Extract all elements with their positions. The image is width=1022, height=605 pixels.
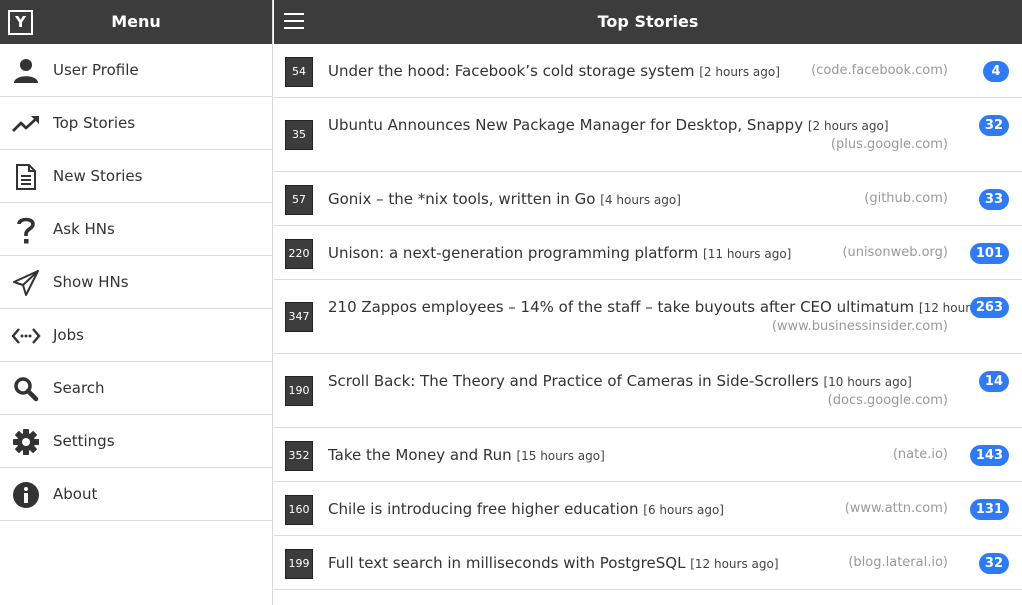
story-title-line: Ubuntu Announces New Package Manager for… bbox=[328, 116, 889, 134]
story-time: [12 hours ago] bbox=[690, 557, 779, 571]
story-domain[interactable]: (blog.lateral.io) bbox=[848, 555, 948, 570]
story-title-link[interactable]: Ubuntu Announces New Package Manager for… bbox=[328, 116, 803, 134]
main-content: Top Stories 54 Under the hood: Facebook’… bbox=[274, 0, 1022, 605]
story-title-line: 210 Zappos employees – 14% of the staff … bbox=[328, 298, 1007, 316]
sidebar-item-label: Top Stories bbox=[53, 114, 136, 132]
story-domain[interactable]: (plus.google.com) bbox=[831, 137, 948, 152]
story-time: [4 hours ago] bbox=[600, 193, 681, 207]
top-bar: Top Stories bbox=[274, 0, 1022, 44]
story-row[interactable]: 160 Chile is introducing free higher edu… bbox=[274, 482, 1022, 536]
story-title-link[interactable]: Chile is introducing free higher educati… bbox=[328, 500, 639, 518]
story-domain[interactable]: (docs.google.com) bbox=[828, 393, 948, 408]
story-title-line: Scroll Back: The Theory and Practice of … bbox=[328, 372, 912, 390]
code-icon bbox=[10, 322, 42, 350]
sidebar-item-label: Search bbox=[53, 379, 105, 397]
sidebar-item-search[interactable]: Search bbox=[0, 362, 272, 415]
story-time: [2 hours ago] bbox=[699, 65, 780, 79]
comment-count-badge[interactable]: 143 bbox=[969, 445, 1009, 466]
story-title-link[interactable]: Under the hood: Facebook’s cold storage … bbox=[328, 62, 694, 80]
story-title-link[interactable]: Unison: a next-generation programming pl… bbox=[328, 244, 698, 262]
story-row[interactable]: 35 Ubuntu Announces New Package Manager … bbox=[274, 98, 1022, 172]
menu-list: User Profile Top Stories New Stories Ask… bbox=[0, 44, 272, 521]
story-title-line: Chile is introducing free higher educati… bbox=[328, 500, 724, 518]
score-badge: 35 bbox=[285, 120, 313, 150]
comment-count-badge[interactable]: 32 bbox=[978, 115, 1009, 136]
story-list: 54 Under the hood: Facebook’s cold stora… bbox=[274, 44, 1022, 590]
story-row[interactable]: 347 210 Zappos employees – 14% of the st… bbox=[274, 280, 1022, 354]
sidebar-item-label: New Stories bbox=[53, 167, 143, 185]
story-row[interactable]: 57 Gonix – the *nix tools, written in Go… bbox=[274, 172, 1022, 226]
user-icon bbox=[10, 57, 42, 85]
story-title-link[interactable]: Scroll Back: The Theory and Practice of … bbox=[328, 372, 819, 390]
story-title-link[interactable]: 210 Zappos employees – 14% of the staff … bbox=[328, 298, 914, 316]
story-domain[interactable]: (www.businessinsider.com) bbox=[772, 319, 948, 334]
search-icon bbox=[10, 375, 42, 403]
comment-count-badge[interactable]: 14 bbox=[978, 371, 1009, 392]
paper-plane-icon bbox=[10, 269, 42, 297]
story-title-link[interactable]: Full text search in milliseconds with Po… bbox=[328, 554, 685, 572]
story-row[interactable]: 190 Scroll Back: The Theory and Practice… bbox=[274, 354, 1022, 428]
story-domain[interactable]: (nate.io) bbox=[893, 447, 948, 462]
story-row[interactable]: 54 Under the hood: Facebook’s cold stora… bbox=[274, 44, 1022, 98]
comment-count-badge[interactable]: 32 bbox=[978, 553, 1009, 574]
score-badge: 160 bbox=[285, 495, 313, 525]
story-time: [6 hours ago] bbox=[643, 503, 724, 517]
score-badge: 57 bbox=[285, 185, 313, 215]
story-title-link[interactable]: Gonix – the *nix tools, written in Go bbox=[328, 190, 595, 208]
story-title-link[interactable]: Take the Money and Run bbox=[328, 446, 512, 464]
comment-count-badge[interactable]: 131 bbox=[969, 499, 1009, 520]
story-row[interactable]: 220 Unison: a next-generation programmin… bbox=[274, 226, 1022, 280]
score-badge: 190 bbox=[285, 376, 313, 406]
score-badge: 347 bbox=[285, 302, 313, 332]
comment-count-badge[interactable]: 33 bbox=[978, 189, 1009, 210]
story-time: [11 hours ago] bbox=[703, 247, 792, 261]
sidebar-item-label: Settings bbox=[53, 432, 115, 450]
story-domain[interactable]: (www.attn.com) bbox=[845, 501, 948, 516]
story-domain[interactable]: (github.com) bbox=[864, 191, 948, 206]
document-icon bbox=[10, 163, 42, 191]
story-title-line: Take the Money and Run [15 hours ago] bbox=[328, 446, 605, 464]
page-title: Top Stories bbox=[597, 12, 699, 31]
story-domain[interactable]: (unisonweb.org) bbox=[842, 245, 948, 260]
score-badge: 54 bbox=[285, 57, 313, 87]
story-domain[interactable]: (code.facebook.com) bbox=[811, 63, 948, 78]
sidebar-item-ask-hns[interactable]: Ask HNs bbox=[0, 203, 272, 256]
comment-count-badge[interactable]: 263 bbox=[969, 297, 1009, 318]
story-row[interactable]: 352 Take the Money and Run [15 hours ago… bbox=[274, 428, 1022, 482]
sidebar-item-label: Jobs bbox=[53, 326, 84, 344]
info-icon bbox=[10, 481, 42, 509]
sidebar-item-new-stories[interactable]: New Stories bbox=[0, 150, 272, 203]
story-row[interactable]: 199 Full text search in milliseconds wit… bbox=[274, 536, 1022, 590]
score-badge: 352 bbox=[285, 441, 313, 471]
sidebar-item-top-stories[interactable]: Top Stories bbox=[0, 97, 272, 150]
sidebar: Y Menu User Profile Top Stories New Stor… bbox=[0, 0, 273, 605]
gear-icon bbox=[10, 428, 42, 456]
menu-title: Menu bbox=[111, 12, 161, 31]
score-badge: 199 bbox=[285, 549, 313, 579]
story-time: [2 hours ago] bbox=[807, 119, 889, 133]
sidebar-item-settings[interactable]: Settings bbox=[0, 415, 272, 468]
score-badge: 220 bbox=[285, 239, 313, 269]
comment-count-badge[interactable]: 4 bbox=[983, 61, 1009, 82]
sidebar-item-label: Show HNs bbox=[53, 273, 129, 291]
sidebar-item-show-hns[interactable]: Show HNs bbox=[0, 256, 272, 309]
question-icon bbox=[10, 216, 42, 244]
trending-icon bbox=[10, 110, 42, 138]
sidebar-item-jobs[interactable]: Jobs bbox=[0, 309, 272, 362]
story-title-line: Full text search in milliseconds with Po… bbox=[328, 554, 779, 572]
story-time: [15 hours ago] bbox=[516, 449, 605, 463]
story-time: [10 hours ago] bbox=[823, 375, 912, 389]
comment-count-badge[interactable]: 101 bbox=[969, 243, 1009, 264]
story-title-line: Unison: a next-generation programming pl… bbox=[328, 244, 791, 262]
sidebar-item-label: Ask HNs bbox=[53, 220, 115, 238]
sidebar-item-label: User Profile bbox=[53, 61, 139, 79]
story-title-line: Under the hood: Facebook’s cold storage … bbox=[328, 62, 780, 80]
sidebar-item-about[interactable]: About bbox=[0, 468, 272, 521]
sidebar-header: Y Menu bbox=[0, 0, 272, 44]
story-title-line: Gonix – the *nix tools, written in Go [4… bbox=[328, 190, 681, 208]
sidebar-item-user-profile[interactable]: User Profile bbox=[0, 44, 272, 97]
sidebar-item-label: About bbox=[53, 485, 98, 503]
